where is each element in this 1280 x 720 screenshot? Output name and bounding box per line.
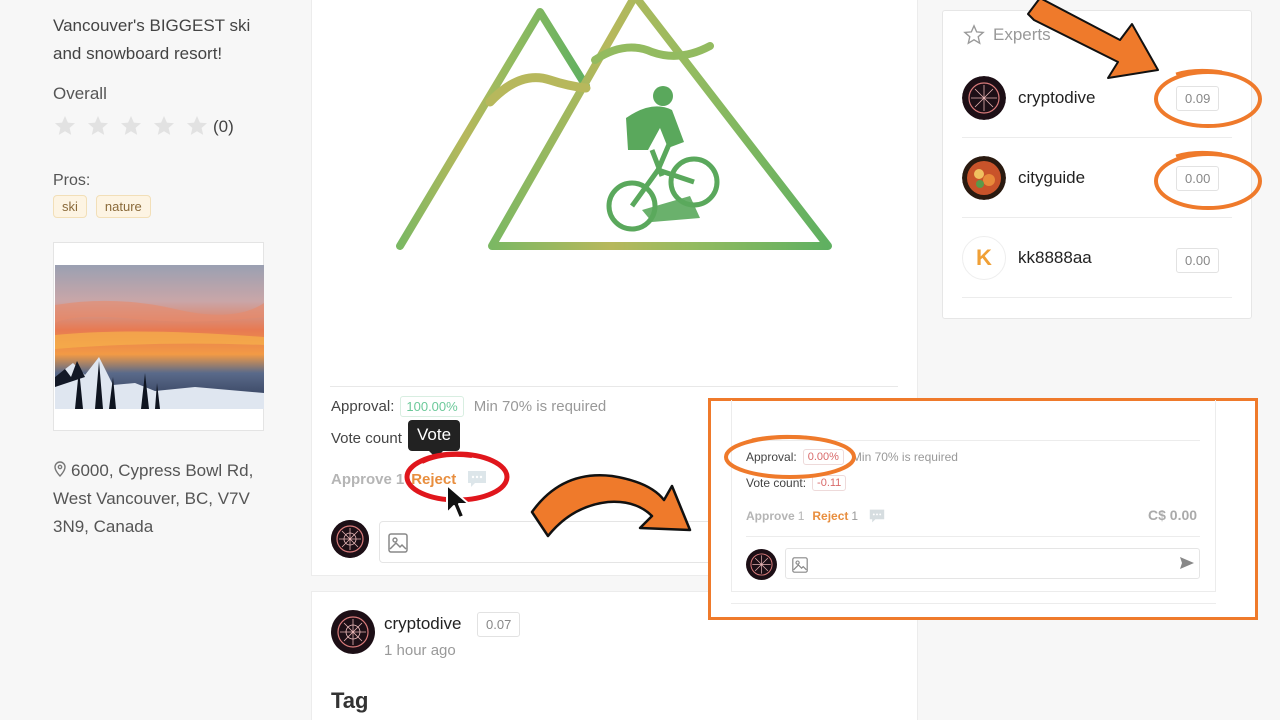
send-icon[interactable] — [1179, 555, 1195, 571]
pros-tags: ski nature — [53, 195, 151, 218]
expert-name[interactable]: kk8888aa — [1018, 248, 1092, 268]
inset-image-upload-icon[interactable] — [792, 557, 808, 573]
inset-approval-percentage: 0.00% — [802, 449, 844, 465]
inset-vote-actions: Approve 1 Reject 1 — [746, 508, 886, 524]
mouse-cursor-icon — [446, 484, 470, 519]
star-rating[interactable]: (0) — [53, 114, 234, 140]
place-photo[interactable] — [53, 242, 264, 431]
inset-min-required-note: Min 70% is required — [851, 450, 958, 464]
user-avatar[interactable] — [331, 520, 369, 558]
inset-divider-2 — [746, 536, 1200, 537]
inset-approve-button[interactable]: Approve — [746, 509, 795, 523]
place-address: 6000, Cypress Bowl Rd, West Vancouver, B… — [53, 457, 283, 541]
inset-payout-amount: C$ 0.00 — [1148, 507, 1198, 523]
inset-divider-3 — [731, 603, 1216, 604]
post-username[interactable]: cryptodive — [384, 614, 461, 634]
star-icon[interactable] — [152, 114, 185, 140]
inset-approval-label: Approval: — [746, 450, 797, 464]
inset-comment-input[interactable] — [785, 548, 1200, 579]
inset-vote-count-label: Vote count: — [746, 476, 807, 490]
star-icon[interactable] — [53, 114, 86, 140]
experts-header: Experts — [963, 24, 1051, 46]
approval-label: Approval: — [331, 398, 395, 415]
inset-vote-count-row: Vote count: -0.11 — [746, 475, 847, 491]
pros-label: Pros: — [53, 172, 91, 189]
inset-user-avatar[interactable] — [746, 549, 777, 580]
comment-composer — [331, 520, 369, 558]
place-description: Vancouver's BIGGEST ski and snowboard re… — [53, 16, 251, 63]
expert-row[interactable]: cityguide 0.00 — [962, 138, 1232, 218]
expert-score: 0.09 — [1176, 86, 1220, 111]
star-icon[interactable] — [185, 114, 211, 140]
expert-score: 0.00 — [1176, 248, 1220, 273]
expert-name[interactable]: cryptodive — [1018, 88, 1095, 108]
overall-rating-label: Overall — [53, 84, 107, 103]
post-user-avatar[interactable] — [331, 610, 375, 654]
image-upload-icon[interactable] — [388, 533, 408, 553]
sunset-photo — [55, 265, 264, 409]
pro-tag[interactable]: ski — [53, 195, 87, 218]
inset-comment-icon[interactable] — [868, 508, 886, 524]
star-icon[interactable] — [119, 114, 152, 140]
location-pin-icon — [54, 461, 66, 477]
approval-percentage: 100.00% — [400, 396, 464, 417]
expert-name[interactable]: cityguide — [1018, 168, 1085, 188]
post-timestamp: 1 hour ago — [384, 642, 456, 659]
star-outline-icon — [963, 24, 985, 45]
inset-vote-count-value: -0.11 — [812, 475, 847, 491]
star-icon[interactable] — [86, 114, 119, 140]
inset-reject-count: 1 — [851, 509, 859, 523]
expert-row[interactable]: K kk8888aa 0.00 — [962, 218, 1232, 298]
experts-title: Experts — [993, 25, 1051, 44]
inset-approve-count: 1 — [797, 509, 805, 523]
card-divider — [330, 386, 898, 387]
rating-count: (0) — [213, 117, 234, 136]
address-text: 6000, Cypress Bowl Rd, West Vancouver, B… — [53, 461, 254, 536]
post-section-title: Tag — [331, 688, 369, 713]
expert-avatar[interactable]: K — [962, 236, 1006, 280]
comment-input[interactable] — [379, 521, 719, 563]
vote-count-label: Vote count — [331, 430, 402, 447]
approval-row: Approval: 100.00% Min 70% is required — [331, 396, 606, 417]
expert-avatar[interactable] — [962, 156, 1006, 200]
inset-divider — [746, 440, 1200, 441]
mountain-bike-logo — [396, 0, 832, 250]
inset-reject-button[interactable]: Reject — [812, 509, 848, 523]
approve-button[interactable]: Approve — [331, 471, 392, 488]
inset-approval-row: Approval: 0.00% Min 70% is required — [746, 449, 958, 465]
expert-avatar[interactable] — [962, 76, 1006, 120]
min-required-note: Min 70% is required — [473, 398, 607, 415]
post-user-score: 0.07 — [477, 612, 521, 637]
expert-score: 0.00 — [1176, 166, 1220, 191]
pro-tag[interactable]: nature — [95, 195, 151, 218]
vote-tooltip: Vote — [408, 420, 461, 458]
expert-row[interactable]: cryptodive 0.09 — [962, 58, 1232, 138]
